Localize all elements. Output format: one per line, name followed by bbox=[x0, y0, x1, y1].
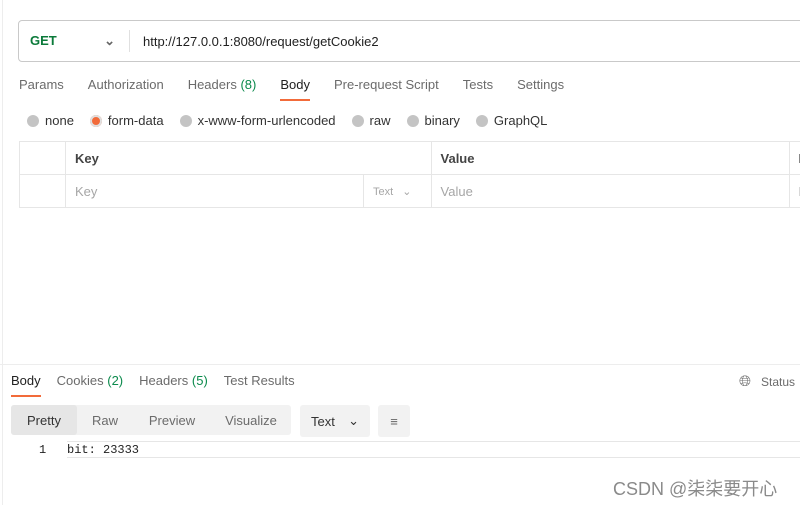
status-area: 🌐︎ Status bbox=[739, 373, 795, 390]
tab-label: Headers bbox=[139, 373, 189, 388]
wrap-lines-button[interactable]: ≡ bbox=[378, 405, 410, 437]
body-type-radios: none form-data x-www-form-urlencoded raw… bbox=[27, 113, 547, 128]
url-bar: GET ⌄ http://127.0.0.1:8080/request/getCo… bbox=[18, 20, 800, 62]
view-mode-toggle: Pretty Raw Preview Visualize bbox=[11, 405, 291, 435]
radio-selected-icon bbox=[89, 114, 102, 127]
radio-binary[interactable]: binary bbox=[406, 113, 460, 128]
type-select[interactable]: Text ⌄ bbox=[363, 174, 432, 208]
tab-count: (2) bbox=[107, 373, 124, 388]
response-tab-headers[interactable]: Headers (5) bbox=[139, 373, 208, 397]
radio-icon bbox=[406, 114, 419, 127]
radio-label: binary bbox=[424, 113, 460, 128]
radio-icon bbox=[475, 114, 488, 127]
url-input[interactable]: http://127.0.0.1:8080/request/getCookie2 bbox=[130, 34, 379, 49]
tab-params[interactable]: Params bbox=[19, 77, 64, 101]
radio-graphql[interactable]: GraphQL bbox=[475, 113, 548, 128]
radio-label: GraphQL bbox=[493, 113, 548, 128]
tab-settings[interactable]: Settings bbox=[517, 77, 564, 101]
response-tabs: Body Cookies (2) Headers (5) Test Result… bbox=[11, 373, 295, 397]
tab-count: (5) bbox=[191, 373, 208, 388]
radio-label: x-www-form-urlencoded bbox=[197, 113, 336, 128]
radio-label: none bbox=[45, 113, 74, 128]
view-preview[interactable]: Preview bbox=[133, 405, 211, 435]
wrap-icon: ≡ bbox=[390, 413, 398, 429]
response-body: bit: 23333 bbox=[67, 441, 800, 458]
response-tab-body[interactable]: Body bbox=[11, 373, 41, 397]
table-header: Key Value De bbox=[19, 141, 800, 175]
chevron-down-icon: ⌄ bbox=[348, 413, 359, 428]
radio-form-data[interactable]: form-data bbox=[89, 113, 164, 128]
left-border bbox=[2, 0, 3, 505]
radio-icon bbox=[351, 114, 364, 127]
format-select[interactable]: Text ⌄ bbox=[300, 405, 370, 437]
radio-urlencoded[interactable]: x-www-form-urlencoded bbox=[179, 113, 336, 128]
table-row: Key Text ⌄ Value D bbox=[19, 174, 800, 208]
response-tab-cookies[interactable]: Cookies (2) bbox=[57, 373, 123, 397]
header-value: Value bbox=[430, 141, 790, 175]
format-label: Text bbox=[311, 413, 335, 429]
view-pretty[interactable]: Pretty bbox=[11, 405, 77, 435]
line-number: 1 bbox=[39, 443, 47, 457]
pane-divider[interactable] bbox=[0, 364, 800, 365]
type-label: Text bbox=[373, 185, 394, 198]
tab-label: Cookies bbox=[56, 373, 104, 388]
globe-icon[interactable]: 🌐︎ bbox=[739, 373, 751, 390]
value-input[interactable]: Value bbox=[430, 174, 790, 208]
request-tabs: Params Authorization Headers (8) Body Pr… bbox=[19, 77, 564, 101]
tab-tests[interactable]: Tests bbox=[463, 77, 493, 101]
radio-raw[interactable]: raw bbox=[351, 113, 391, 128]
radio-icon bbox=[179, 114, 192, 127]
method-select[interactable]: GET ⌄ bbox=[19, 33, 129, 49]
view-visualize[interactable]: Visualize bbox=[211, 405, 291, 435]
radio-icon bbox=[27, 114, 39, 127]
key-input[interactable]: Key bbox=[65, 174, 364, 208]
status-label: Status bbox=[761, 374, 796, 389]
tab-body[interactable]: Body bbox=[280, 77, 310, 101]
response-tab-test-results[interactable]: Test Results bbox=[224, 373, 295, 397]
chevron-down-icon: ⌄ bbox=[104, 33, 115, 48]
radio-label: raw bbox=[369, 113, 391, 128]
radio-none[interactable]: none bbox=[27, 113, 74, 128]
watermark: CSDN @柒柒要开心 bbox=[613, 479, 778, 499]
description-input[interactable]: D bbox=[788, 174, 800, 208]
header-description: De bbox=[788, 141, 800, 175]
tab-pre-request-script[interactable]: Pre-request Script bbox=[334, 77, 439, 101]
view-raw[interactable]: Raw bbox=[77, 405, 133, 435]
chevron-down-icon: ⌄ bbox=[402, 185, 412, 198]
header-key: Key bbox=[65, 141, 432, 175]
radio-label: form-data bbox=[107, 113, 164, 128]
tab-count: (8) bbox=[240, 77, 257, 92]
tab-label: Headers bbox=[187, 77, 237, 92]
row-checkbox-cell bbox=[19, 174, 66, 208]
tab-headers[interactable]: Headers (8) bbox=[188, 77, 257, 101]
form-data-table: Key Value De Key Text ⌄ Value D bbox=[19, 141, 800, 208]
checkbox-column bbox=[19, 141, 66, 175]
method-label: GET bbox=[30, 33, 57, 48]
tab-authorization[interactable]: Authorization bbox=[88, 77, 164, 101]
